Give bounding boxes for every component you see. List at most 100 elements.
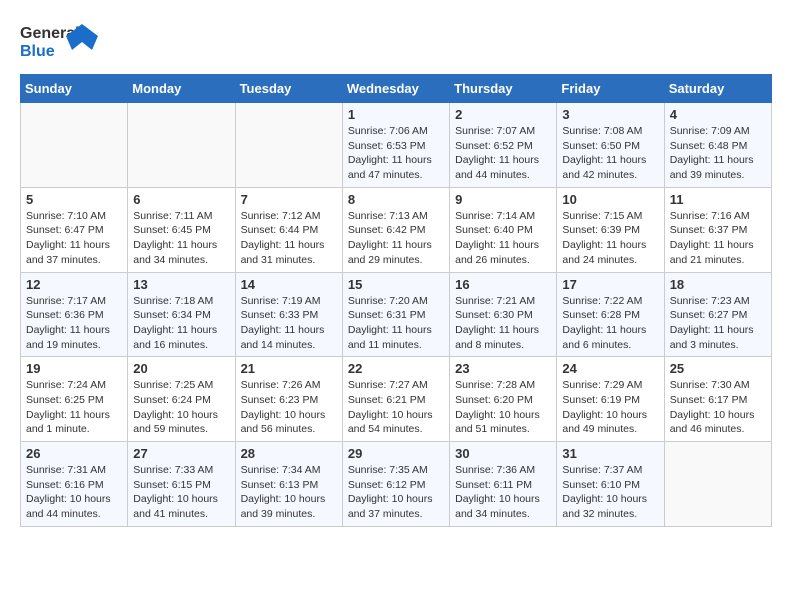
day-number: 20 bbox=[133, 361, 229, 376]
day-info: Sunrise: 7:07 AM Sunset: 6:52 PM Dayligh… bbox=[455, 124, 551, 183]
calendar-cell: 3 Sunrise: 7:08 AM Sunset: 6:50 PM Daylig… bbox=[557, 103, 664, 188]
calendar-cell: 16 Sunrise: 7:21 AM Sunset: 6:30 PM Dayli… bbox=[450, 272, 557, 357]
day-number: 30 bbox=[455, 446, 551, 461]
day-info: Sunrise: 7:18 AM Sunset: 6:34 PM Dayligh… bbox=[133, 294, 229, 353]
day-number: 8 bbox=[348, 192, 444, 207]
weekday-header-tuesday: Tuesday bbox=[235, 75, 342, 103]
day-number: 15 bbox=[348, 277, 444, 292]
calendar-cell: 10 Sunrise: 7:15 AM Sunset: 6:39 PM Dayli… bbox=[557, 187, 664, 272]
day-number: 19 bbox=[26, 361, 122, 376]
day-info: Sunrise: 7:11 AM Sunset: 6:45 PM Dayligh… bbox=[133, 209, 229, 268]
calendar-cell bbox=[128, 103, 235, 188]
calendar-cell: 15 Sunrise: 7:20 AM Sunset: 6:31 PM Dayli… bbox=[342, 272, 449, 357]
calendar-cell: 6 Sunrise: 7:11 AM Sunset: 6:45 PM Daylig… bbox=[128, 187, 235, 272]
calendar-week-row: 1 Sunrise: 7:06 AM Sunset: 6:53 PM Daylig… bbox=[21, 103, 772, 188]
day-info: Sunrise: 7:37 AM Sunset: 6:10 PM Dayligh… bbox=[562, 463, 658, 522]
day-number: 9 bbox=[455, 192, 551, 207]
day-number: 31 bbox=[562, 446, 658, 461]
calendar-cell bbox=[21, 103, 128, 188]
day-info: Sunrise: 7:27 AM Sunset: 6:21 PM Dayligh… bbox=[348, 378, 444, 437]
calendar-cell: 5Sunrise: 7:10 AM Sunset: 6:47 PM Daylig… bbox=[21, 187, 128, 272]
day-number: 22 bbox=[348, 361, 444, 376]
day-info: Sunrise: 7:17 AM Sunset: 6:36 PM Dayligh… bbox=[26, 294, 122, 353]
header: GeneralBlue bbox=[20, 20, 772, 64]
day-info: Sunrise: 7:30 AM Sunset: 6:17 PM Dayligh… bbox=[670, 378, 766, 437]
day-info: Sunrise: 7:16 AM Sunset: 6:37 PM Dayligh… bbox=[670, 209, 766, 268]
day-number: 29 bbox=[348, 446, 444, 461]
day-info: Sunrise: 7:36 AM Sunset: 6:11 PM Dayligh… bbox=[455, 463, 551, 522]
day-number: 7 bbox=[241, 192, 337, 207]
day-info: Sunrise: 7:25 AM Sunset: 6:24 PM Dayligh… bbox=[133, 378, 229, 437]
weekday-header-thursday: Thursday bbox=[450, 75, 557, 103]
weekday-header-row: SundayMondayTuesdayWednesdayThursdayFrid… bbox=[21, 75, 772, 103]
weekday-header-monday: Monday bbox=[128, 75, 235, 103]
day-info: Sunrise: 7:14 AM Sunset: 6:40 PM Dayligh… bbox=[455, 209, 551, 268]
calendar-cell: 14Sunrise: 7:19 AM Sunset: 6:33 PM Dayli… bbox=[235, 272, 342, 357]
day-number: 25 bbox=[670, 361, 766, 376]
calendar-cell: 13Sunrise: 7:18 AM Sunset: 6:34 PM Dayli… bbox=[128, 272, 235, 357]
calendar-cell: 8 Sunrise: 7:13 AM Sunset: 6:42 PM Daylig… bbox=[342, 187, 449, 272]
day-info: Sunrise: 7:22 AM Sunset: 6:28 PM Dayligh… bbox=[562, 294, 658, 353]
calendar-cell: 24 Sunrise: 7:29 AM Sunset: 6:19 PM Dayli… bbox=[557, 357, 664, 442]
weekday-header-friday: Friday bbox=[557, 75, 664, 103]
weekday-header-sunday: Sunday bbox=[21, 75, 128, 103]
calendar-cell: 17 Sunrise: 7:22 AM Sunset: 6:28 PM Dayli… bbox=[557, 272, 664, 357]
day-number: 2 bbox=[455, 107, 551, 122]
day-info: Sunrise: 7:29 AM Sunset: 6:19 PM Dayligh… bbox=[562, 378, 658, 437]
day-info: Sunrise: 7:06 AM Sunset: 6:53 PM Dayligh… bbox=[348, 124, 444, 183]
calendar-cell: 29 Sunrise: 7:35 AM Sunset: 6:12 PM Dayli… bbox=[342, 442, 449, 527]
day-info: Sunrise: 7:08 AM Sunset: 6:50 PM Dayligh… bbox=[562, 124, 658, 183]
day-info: Sunrise: 7:24 AM Sunset: 6:25 PM Dayligh… bbox=[26, 378, 122, 437]
day-info: Sunrise: 7:15 AM Sunset: 6:39 PM Dayligh… bbox=[562, 209, 658, 268]
day-number: 24 bbox=[562, 361, 658, 376]
day-info: Sunrise: 7:13 AM Sunset: 6:42 PM Dayligh… bbox=[348, 209, 444, 268]
weekday-header-saturday: Saturday bbox=[664, 75, 771, 103]
calendar-week-row: 5Sunrise: 7:10 AM Sunset: 6:47 PM Daylig… bbox=[21, 187, 772, 272]
calendar-cell: 30 Sunrise: 7:36 AM Sunset: 6:11 PM Dayli… bbox=[450, 442, 557, 527]
calendar-week-row: 19 Sunrise: 7:24 AM Sunset: 6:25 PM Dayli… bbox=[21, 357, 772, 442]
day-number: 11 bbox=[670, 192, 766, 207]
calendar-cell: 20 Sunrise: 7:25 AM Sunset: 6:24 PM Dayli… bbox=[128, 357, 235, 442]
calendar-cell bbox=[235, 103, 342, 188]
calendar-cell: 25 Sunrise: 7:30 AM Sunset: 6:17 PM Dayli… bbox=[664, 357, 771, 442]
calendar-week-row: 12 Sunrise: 7:17 AM Sunset: 6:36 PM Dayli… bbox=[21, 272, 772, 357]
day-number: 23 bbox=[455, 361, 551, 376]
calendar-cell: 28 Sunrise: 7:34 AM Sunset: 6:13 PM Dayli… bbox=[235, 442, 342, 527]
day-number: 21 bbox=[241, 361, 337, 376]
calendar-cell: 23 Sunrise: 7:28 AM Sunset: 6:20 PM Dayli… bbox=[450, 357, 557, 442]
day-info: Sunrise: 7:33 AM Sunset: 6:15 PM Dayligh… bbox=[133, 463, 229, 522]
calendar-cell: 19 Sunrise: 7:24 AM Sunset: 6:25 PM Dayli… bbox=[21, 357, 128, 442]
day-number: 17 bbox=[562, 277, 658, 292]
svg-text:Blue: Blue bbox=[20, 43, 55, 60]
day-number: 16 bbox=[455, 277, 551, 292]
day-number: 4 bbox=[670, 107, 766, 122]
calendar-cell: 22 Sunrise: 7:27 AM Sunset: 6:21 PM Dayli… bbox=[342, 357, 449, 442]
logo: GeneralBlue bbox=[20, 20, 100, 64]
day-number: 12 bbox=[26, 277, 122, 292]
day-number: 3 bbox=[562, 107, 658, 122]
day-info: Sunrise: 7:20 AM Sunset: 6:31 PM Dayligh… bbox=[348, 294, 444, 353]
day-number: 6 bbox=[133, 192, 229, 207]
day-number: 1 bbox=[348, 107, 444, 122]
calendar-table: SundayMondayTuesdayWednesdayThursdayFrid… bbox=[20, 74, 772, 527]
day-number: 5 bbox=[26, 192, 122, 207]
day-number: 28 bbox=[241, 446, 337, 461]
calendar-cell: 18Sunrise: 7:23 AM Sunset: 6:27 PM Dayli… bbox=[664, 272, 771, 357]
calendar-cell: 11 Sunrise: 7:16 AM Sunset: 6:37 PM Dayli… bbox=[664, 187, 771, 272]
day-number: 27 bbox=[133, 446, 229, 461]
weekday-header-wednesday: Wednesday bbox=[342, 75, 449, 103]
calendar-week-row: 26Sunrise: 7:31 AM Sunset: 6:16 PM Dayli… bbox=[21, 442, 772, 527]
calendar-cell: 4Sunrise: 7:09 AM Sunset: 6:48 PM Daylig… bbox=[664, 103, 771, 188]
day-info: Sunrise: 7:23 AM Sunset: 6:27 PM Dayligh… bbox=[670, 294, 766, 353]
day-info: Sunrise: 7:28 AM Sunset: 6:20 PM Dayligh… bbox=[455, 378, 551, 437]
day-info: Sunrise: 7:21 AM Sunset: 6:30 PM Dayligh… bbox=[455, 294, 551, 353]
day-number: 10 bbox=[562, 192, 658, 207]
day-info: Sunrise: 7:35 AM Sunset: 6:12 PM Dayligh… bbox=[348, 463, 444, 522]
calendar-cell: 2 Sunrise: 7:07 AM Sunset: 6:52 PM Daylig… bbox=[450, 103, 557, 188]
calendar-cell: 7Sunrise: 7:12 AM Sunset: 6:44 PM Daylig… bbox=[235, 187, 342, 272]
day-info: Sunrise: 7:34 AM Sunset: 6:13 PM Dayligh… bbox=[241, 463, 337, 522]
day-info: Sunrise: 7:19 AM Sunset: 6:33 PM Dayligh… bbox=[241, 294, 337, 353]
logo-svg: GeneralBlue bbox=[20, 20, 100, 64]
calendar-cell: 12 Sunrise: 7:17 AM Sunset: 6:36 PM Dayli… bbox=[21, 272, 128, 357]
day-info: Sunrise: 7:31 AM Sunset: 6:16 PM Dayligh… bbox=[26, 463, 122, 522]
